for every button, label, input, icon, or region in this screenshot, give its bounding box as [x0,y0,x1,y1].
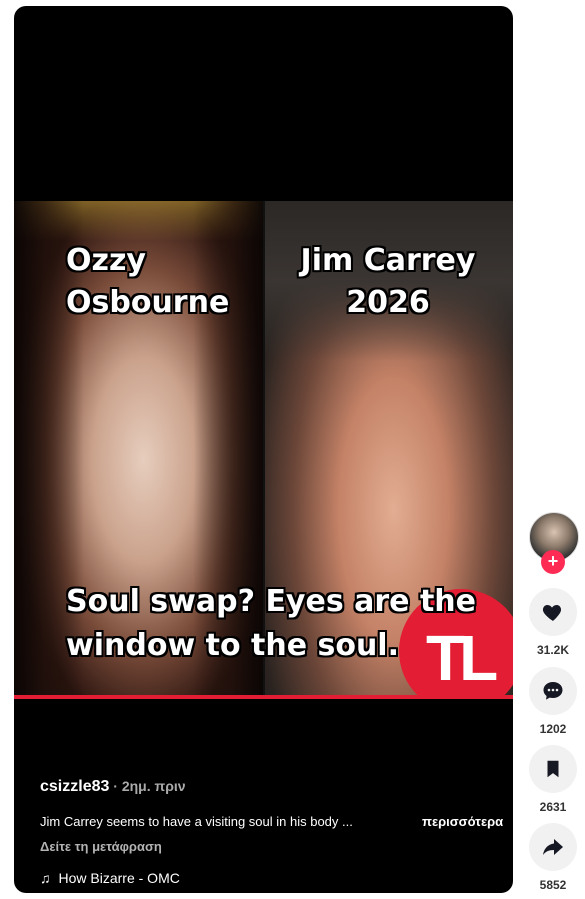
red-bottom-strip [14,695,513,699]
post-author[interactable]: csizzle83 · 2ημ. πριν [40,778,186,796]
post-time: · 2ημ. πριν [109,778,186,794]
username[interactable]: csizzle83 [40,778,109,795]
music-link[interactable]: ♫ How Bizarre - OMC [40,870,180,886]
video-player[interactable]: TL Ozzy Osbourne Jim Carrey 2026 Soul sw… [14,6,513,893]
share-arrow-icon [543,839,563,855]
share-button[interactable] [529,823,577,871]
comment-count: 1202 [539,722,567,736]
heart-icon [542,605,562,621]
follow-button[interactable]: + [541,550,565,574]
like-count: 31.2K [536,643,570,657]
left-name-label: Ozzy Osbourne [66,243,230,320]
bookmark-icon [547,760,559,778]
more-button[interactable]: περισσότερα [422,814,503,829]
save-count: 2631 [539,800,567,814]
like-button[interactable] [529,588,577,636]
music-title: How Bizarre - OMC [58,870,180,886]
share-count: 5852 [539,878,567,892]
comment-icon [543,682,563,700]
music-note-icon: ♫ [40,870,51,886]
translate-link[interactable]: Δείτε τη μετάφραση [40,839,162,854]
comment-button[interactable] [529,667,577,715]
post-description: Jim Carrey seems to have a visiting soul… [40,814,353,829]
save-button[interactable] [529,745,577,793]
right-name-label: Jim Carrey 2026 [300,243,476,320]
video-caption: Soul swap? Eyes are the window to the so… [66,584,477,663]
